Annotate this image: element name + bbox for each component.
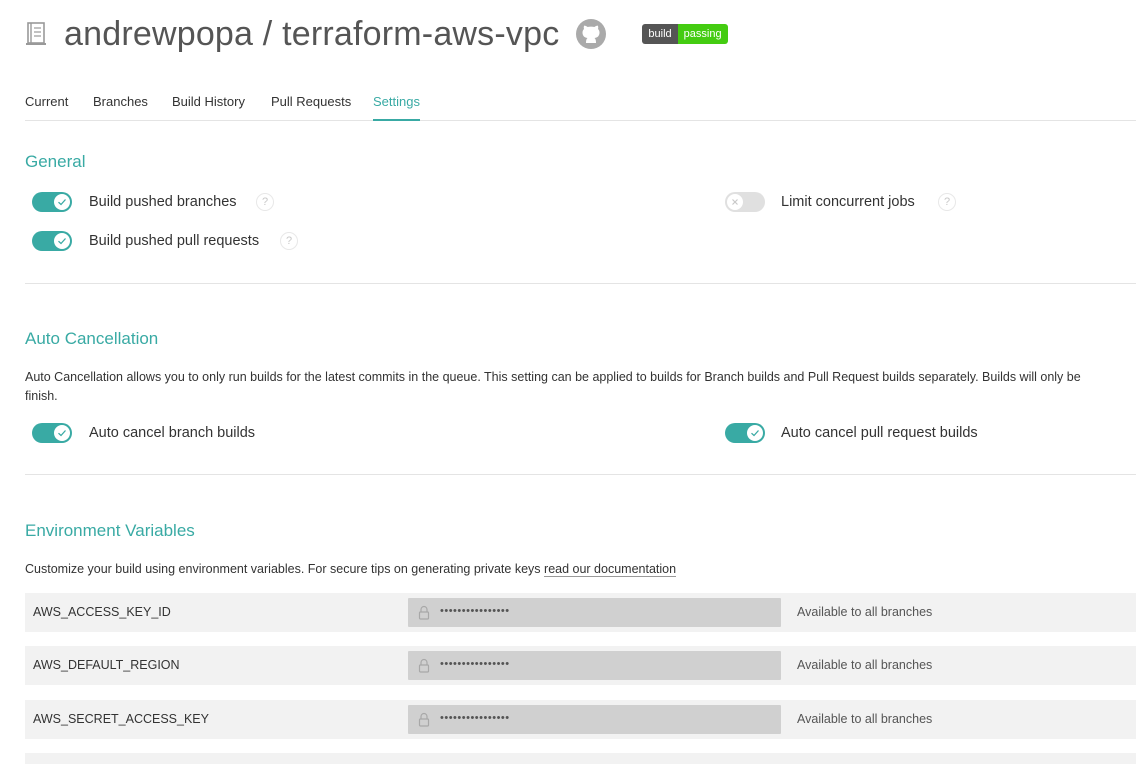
section-divider — [25, 283, 1136, 284]
auto-cancel-pr-label: Auto cancel pull request builds — [781, 425, 978, 441]
general-heading: General — [25, 152, 86, 171]
x-icon — [727, 194, 743, 210]
env-var-value: •••••••••••••••• — [440, 605, 510, 617]
auto-cancel-pr-toggle[interactable] — [725, 423, 765, 443]
check-icon — [54, 194, 70, 210]
lock-icon — [418, 605, 430, 620]
repo-icon — [26, 22, 46, 45]
env-var-name: AWS_DEFAULT_REGION — [33, 658, 180, 672]
repo-tabs: Current Branches Build History Pull Requ… — [25, 94, 1136, 121]
check-icon — [54, 425, 70, 441]
check-icon — [54, 233, 70, 249]
badge-right-label: passing — [677, 24, 728, 44]
help-icon[interactable]: ? — [256, 193, 274, 211]
badge-left-label: build — [642, 24, 678, 44]
help-icon[interactable]: ? — [938, 193, 956, 211]
check-icon — [747, 425, 763, 441]
auto-cancel-branch-label: Auto cancel branch builds — [89, 425, 256, 441]
env-var-value-field[interactable]: •••••••••••••••• — [408, 705, 781, 734]
env-var-row[interactable]: AWS_DEFAULT_REGION •••••••••••••••• Avai… — [25, 646, 1136, 685]
build-status-badge[interactable]: build passing — [642, 24, 728, 44]
env-var-value: •••••••••••••••• — [440, 712, 510, 724]
env-var-branches: Available to all branches — [797, 605, 933, 619]
env-var-branches: Available to all branches — [797, 658, 933, 672]
tab-branches[interactable]: Branches — [93, 94, 148, 121]
documentation-link[interactable]: read our documentation — [544, 562, 677, 577]
lock-icon — [418, 712, 430, 727]
tab-current[interactable]: Current — [25, 94, 68, 121]
tab-build-history[interactable]: Build History — [172, 94, 245, 121]
env-var-value: •••••••••••••••• — [440, 658, 510, 670]
env-vars-description-line: Customize your build using environment v… — [25, 560, 677, 579]
tab-settings[interactable]: Settings — [373, 94, 420, 121]
lock-icon — [418, 658, 430, 673]
auto-cancel-branch-toggle[interactable] — [32, 423, 72, 443]
env-var-name: AWS_ACCESS_KEY_ID — [33, 605, 171, 619]
env-var-value-field[interactable]: •••••••••••••••• — [408, 598, 781, 627]
build-pushed-branches-label: Build pushed branches — [89, 194, 237, 210]
section-divider — [25, 474, 1136, 475]
env-var-name: AWS_SECRET_ACCESS_KEY — [33, 712, 209, 726]
env-var-branches: Available to all branches — [797, 712, 933, 726]
env-var-row[interactable]: AWS_SECRET_ACCESS_KEY •••••••••••••••• A… — [25, 700, 1136, 739]
auto-cancellation-description: Auto Cancellation allows you to only run… — [25, 370, 1081, 384]
env-vars-heading: Environment Variables — [25, 521, 195, 540]
env-var-row[interactable]: AWS_ACCESS_KEY_ID •••••••••••••••• Avail… — [25, 593, 1136, 632]
limit-concurrent-jobs-toggle[interactable] — [725, 192, 765, 212]
repo-title: andrewpopa / terraform-aws-vpc — [64, 14, 560, 53]
env-vars-description: Customize your build using environment v… — [25, 562, 541, 576]
build-pushed-pull-requests-label: Build pushed pull requests — [89, 233, 260, 249]
auto-cancellation-heading: Auto Cancellation — [25, 329, 159, 348]
repo-header: andrewpopa / terraform-aws-vpc build pas… — [25, 12, 728, 56]
limit-concurrent-jobs-label: Limit concurrent jobs — [781, 194, 915, 210]
github-icon[interactable] — [575, 18, 607, 50]
tab-pull-requests[interactable]: Pull Requests — [271, 94, 351, 121]
env-var-value-field[interactable]: •••••••••••••••• — [408, 651, 781, 680]
env-var-row-partial — [25, 753, 1136, 764]
build-pushed-branches-toggle[interactable] — [32, 192, 72, 212]
build-pushed-pull-requests-toggle[interactable] — [32, 231, 72, 251]
auto-cancellation-description-cont: finish. — [25, 389, 58, 403]
help-icon[interactable]: ? — [280, 232, 298, 250]
